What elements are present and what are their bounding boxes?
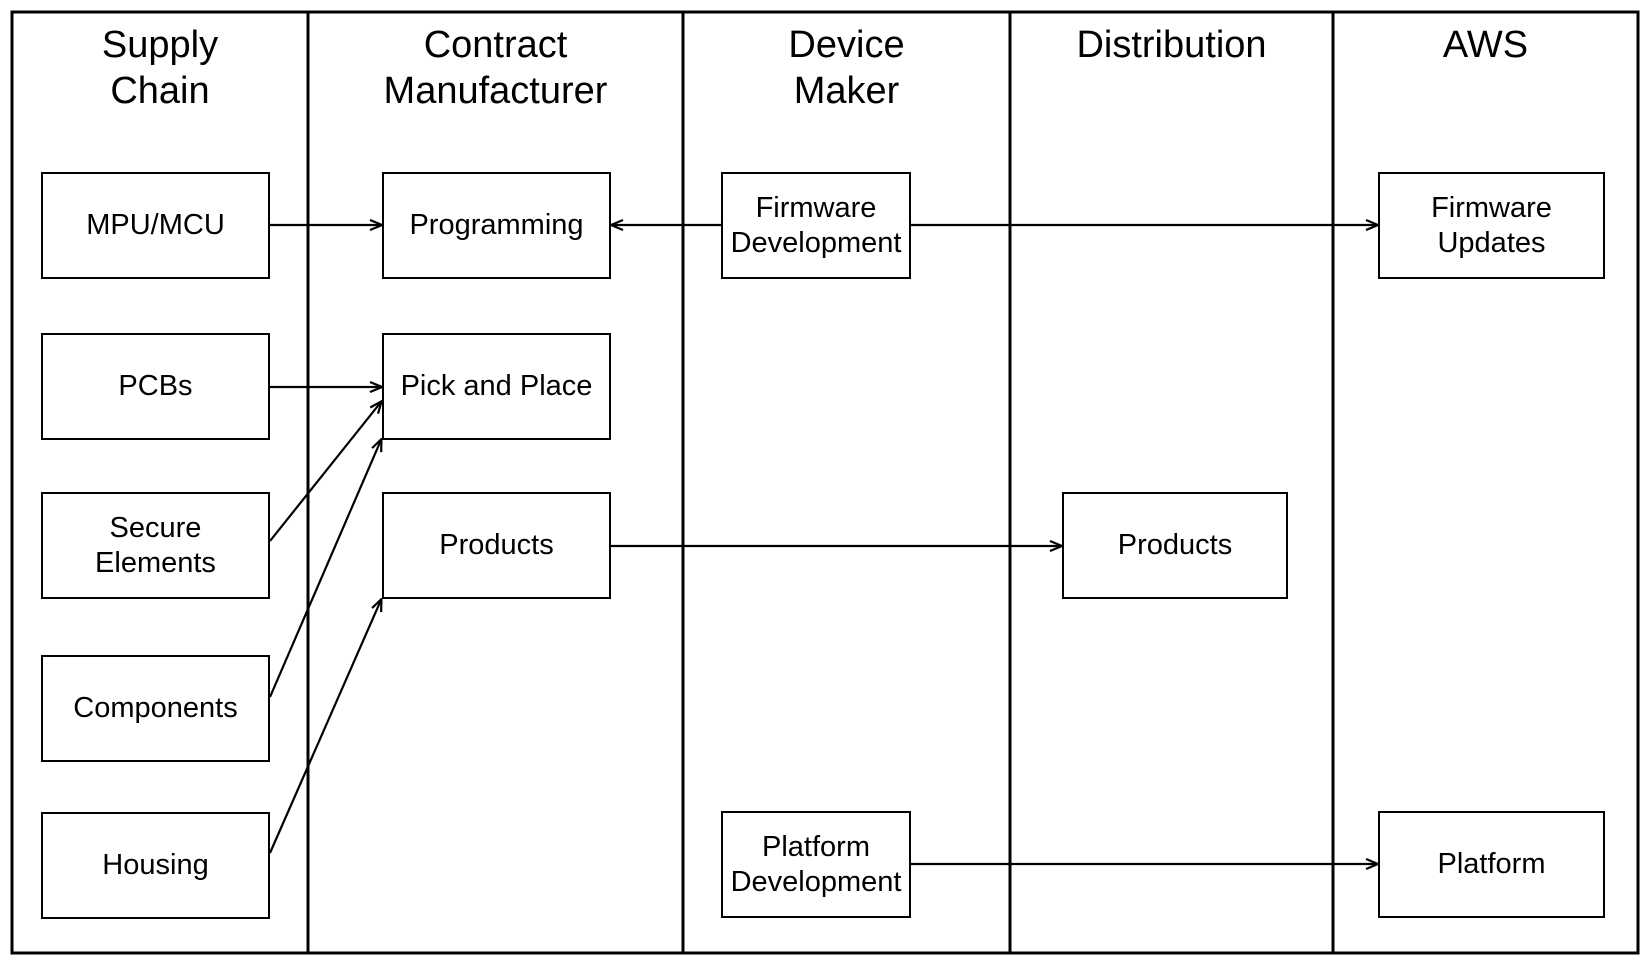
node-cm-products[interactable]: Products	[382, 492, 611, 599]
node-pick-and-place[interactable]: Pick and Place	[382, 333, 611, 440]
node-mpu-mcu[interactable]: MPU/MCU	[41, 172, 270, 279]
node-pcbs[interactable]: PCBs	[41, 333, 270, 440]
node-housing[interactable]: Housing	[41, 812, 270, 919]
swimlane-title-contract-manufacturer: Contract Manufacturer	[383, 24, 608, 112]
edge-components-to-pick-and-place	[268, 440, 381, 698]
node-components[interactable]: Components	[41, 655, 270, 762]
edge-secure-elements-to-pick-and-place	[269, 402, 381, 542]
node-secure-elements[interactable]: Secure Elements	[41, 492, 270, 599]
node-firmware-development[interactable]: Firmware Development	[721, 172, 911, 279]
node-programming[interactable]: Programming	[382, 172, 611, 279]
node-platform[interactable]: Platform	[1378, 811, 1605, 918]
swimlane-title-supply-chain: Supply Chain	[101, 24, 219, 112]
swimlane-diagram: Supply Chain Contract Manufacturer Devic…	[0, 0, 1650, 973]
node-firmware-updates[interactable]: Firmware Updates	[1378, 172, 1605, 279]
node-dist-products[interactable]: Products	[1062, 492, 1288, 599]
edge-housing-to-cm-products	[268, 600, 381, 854]
swimlane-title-distribution: Distribution	[1076, 24, 1267, 66]
node-platform-development[interactable]: Platform Development	[721, 811, 911, 918]
swimlane-title-device-maker: Device Maker	[788, 24, 905, 112]
swimlane-title-aws: AWS	[1442, 24, 1529, 66]
